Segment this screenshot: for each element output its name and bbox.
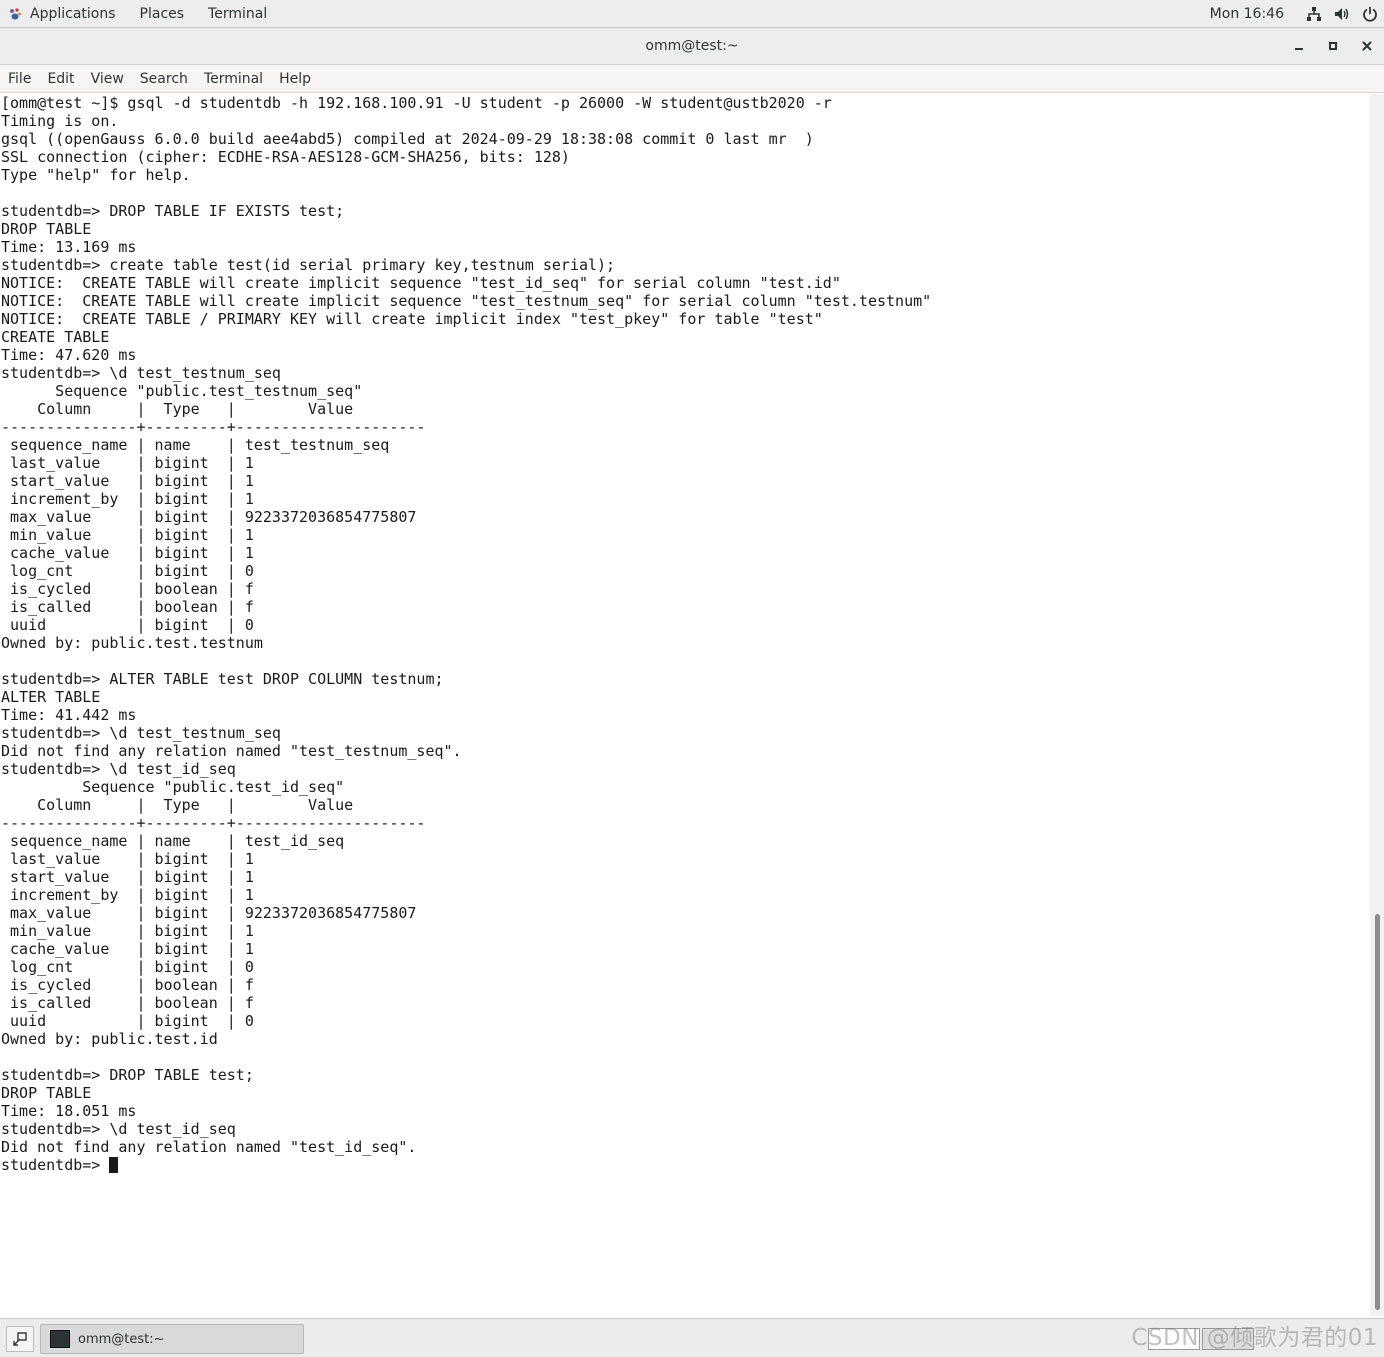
terminal-line: NOTICE: CREATE TABLE / PRIMARY KEY will …: [1, 310, 823, 328]
terminal-line: increment_by | bigint | 1: [1, 490, 254, 508]
terminal-line: studentdb=> \d test_testnum_seq: [1, 724, 281, 742]
terminal-line: is_called | boolean | f: [1, 994, 254, 1012]
terminal-line: Did not find any relation named "test_id…: [1, 1138, 417, 1156]
show-desktop-button[interactable]: [6, 1326, 34, 1352]
terminal-line: gsql ((openGauss 6.0.0 build aee4abd5) c…: [1, 130, 814, 148]
terminal-line: ALTER TABLE: [1, 688, 101, 706]
terminal-menu-bar: File Edit View Search Terminal Help: [0, 65, 1384, 93]
clock[interactable]: Mon 16:46: [1194, 6, 1300, 22]
terminal-line: Timing is on.: [1, 112, 119, 130]
power-icon[interactable]: [1356, 0, 1384, 27]
close-button[interactable]: [1350, 28, 1384, 64]
network-icon[interactable]: [1300, 0, 1328, 27]
menu-file[interactable]: File: [0, 71, 39, 87]
terminal-line: sequence_name | name | test_id_seq: [1, 832, 345, 850]
terminal-line: Time: 18.051 ms: [1, 1102, 137, 1120]
terminal-scrollbar[interactable]: [1370, 94, 1384, 1316]
maximize-icon: [1329, 42, 1337, 50]
terminal-line: max_value | bigint | 9223372036854775807: [1, 904, 417, 922]
terminal-line: cache_value | bigint | 1: [1, 940, 254, 958]
terminal-app-menu[interactable]: Terminal: [196, 0, 279, 27]
terminal-line: increment_by | bigint | 1: [1, 886, 254, 904]
terminal-line: studentdb=> create table test(id serial …: [1, 256, 616, 274]
terminal-line: Owned by: public.test.testnum: [1, 634, 263, 652]
terminal-line: log_cnt | bigint | 0: [1, 958, 254, 976]
terminal-line: start_value | bigint | 1: [1, 868, 254, 886]
terminal-cursor: [109, 1157, 119, 1173]
terminal-line: Did not find any relation named "test_te…: [1, 742, 462, 760]
terminal-line: min_value | bigint | 1: [1, 526, 254, 544]
taskbar-item-label: omm@test:~: [78, 1331, 165, 1347]
terminal-line: sequence_name | name | test_testnum_seq: [1, 436, 390, 454]
terminal-line: Sequence "public.test_id_seq": [1, 778, 345, 796]
terminal-text: [omm@test ~]$ gsql -d studentdb -h 192.1…: [0, 94, 1370, 1174]
terminal-line: studentdb=> ALTER TABLE test DROP COLUMN…: [1, 670, 444, 688]
menu-help[interactable]: Help: [271, 71, 319, 87]
terminal-line: Owned by: public.test.id: [1, 1030, 218, 1048]
terminal-line: [omm@test ~]$ gsql -d studentdb -h 192.1…: [1, 94, 832, 112]
top-bar-right: Mon 16:46: [1194, 0, 1384, 27]
applications-label: Applications: [30, 5, 116, 22]
show-desktop-icon: [13, 1332, 27, 1346]
terminal-line: SSL connection (cipher: ECDHE-RSA-AES128…: [1, 148, 570, 166]
terminal-line: Type "help" for help.: [1, 166, 191, 184]
terminal-app-label: Terminal: [208, 5, 268, 22]
volume-icon[interactable]: [1328, 0, 1356, 27]
terminal-line: Column | Type | Value: [1, 796, 354, 814]
maximize-button[interactable]: [1316, 28, 1350, 64]
top-bar-menu: Applications Places Terminal: [0, 0, 279, 27]
terminal-line: is_called | boolean | f: [1, 598, 254, 616]
window-title: omm@test:~: [645, 38, 739, 54]
terminal-line: last_value | bigint | 1: [1, 454, 254, 472]
terminal-line: cache_value | bigint | 1: [1, 544, 254, 562]
terminal-line: studentdb=> DROP TABLE IF EXISTS test;: [1, 202, 345, 220]
terminal-line: studentdb=> \d test_testnum_seq: [1, 364, 281, 382]
watermark: CSDN @倾歌为君的01: [1131, 1325, 1378, 1351]
menu-terminal[interactable]: Terminal: [196, 71, 271, 87]
terminal-line: start_value | bigint | 1: [1, 472, 254, 490]
terminal-line: Time: 41.442 ms: [1, 706, 137, 724]
top-bar: Applications Places Terminal Mon 16:46: [0, 0, 1384, 28]
close-icon: [1362, 41, 1372, 51]
terminal-line: max_value | bigint | 9223372036854775807: [1, 508, 417, 526]
menu-edit[interactable]: Edit: [39, 71, 82, 87]
terminal-line: studentdb=> \d test_id_seq: [1, 760, 236, 778]
terminal-line: uuid | bigint | 0: [1, 1012, 254, 1030]
terminal-line: log_cnt | bigint | 0: [1, 562, 254, 580]
terminal-line: NOTICE: CREATE TABLE will create implici…: [1, 274, 841, 292]
terminal-line: is_cycled | boolean | f: [1, 580, 254, 598]
terminal-line: studentdb=>: [1, 1156, 110, 1174]
terminal-line: Time: 13.169 ms: [1, 238, 137, 256]
terminal-line: Sequence "public.test_testnum_seq": [1, 382, 363, 400]
window-controls: [1282, 28, 1384, 64]
terminal-line: NOTICE: CREATE TABLE will create implici…: [1, 292, 932, 310]
terminal-line: Column | Type | Value: [1, 400, 354, 418]
terminal-line: ---------------+---------+--------------…: [1, 418, 426, 436]
minimize-button[interactable]: [1282, 28, 1316, 64]
terminal-line: last_value | bigint | 1: [1, 850, 254, 868]
menu-view[interactable]: View: [83, 71, 132, 87]
menu-search[interactable]: Search: [132, 71, 196, 87]
gnome-foot-icon: [10, 7, 21, 19]
window-title-bar[interactable]: omm@test:~: [0, 28, 1384, 65]
terminal-line: studentdb=> DROP TABLE test;: [1, 1066, 254, 1084]
terminal-line: min_value | bigint | 1: [1, 922, 254, 940]
minimize-icon: [1295, 48, 1303, 50]
terminal-line: ---------------+---------+--------------…: [1, 814, 426, 832]
terminal-line: uuid | bigint | 0: [1, 616, 254, 634]
terminal-icon: [50, 1330, 70, 1348]
terminal-line: studentdb=> \d test_id_seq: [1, 1120, 236, 1138]
terminal-output[interactable]: [omm@test ~]$ gsql -d studentdb -h 192.1…: [0, 94, 1370, 1316]
places-label: Places: [139, 5, 185, 22]
scrollbar-thumb[interactable]: [1375, 914, 1380, 1310]
taskbar-item-terminal[interactable]: omm@test:~: [40, 1324, 304, 1354]
terminal-line: Time: 47.620 ms: [1, 346, 137, 364]
terminal-line: DROP TABLE: [1, 1084, 92, 1102]
terminal-line: CREATE TABLE: [1, 328, 110, 346]
places-menu[interactable]: Places: [128, 0, 197, 27]
terminal-line: DROP TABLE: [1, 220, 92, 238]
terminal-line: is_cycled | boolean | f: [1, 976, 254, 994]
applications-menu[interactable]: Applications: [0, 0, 128, 27]
